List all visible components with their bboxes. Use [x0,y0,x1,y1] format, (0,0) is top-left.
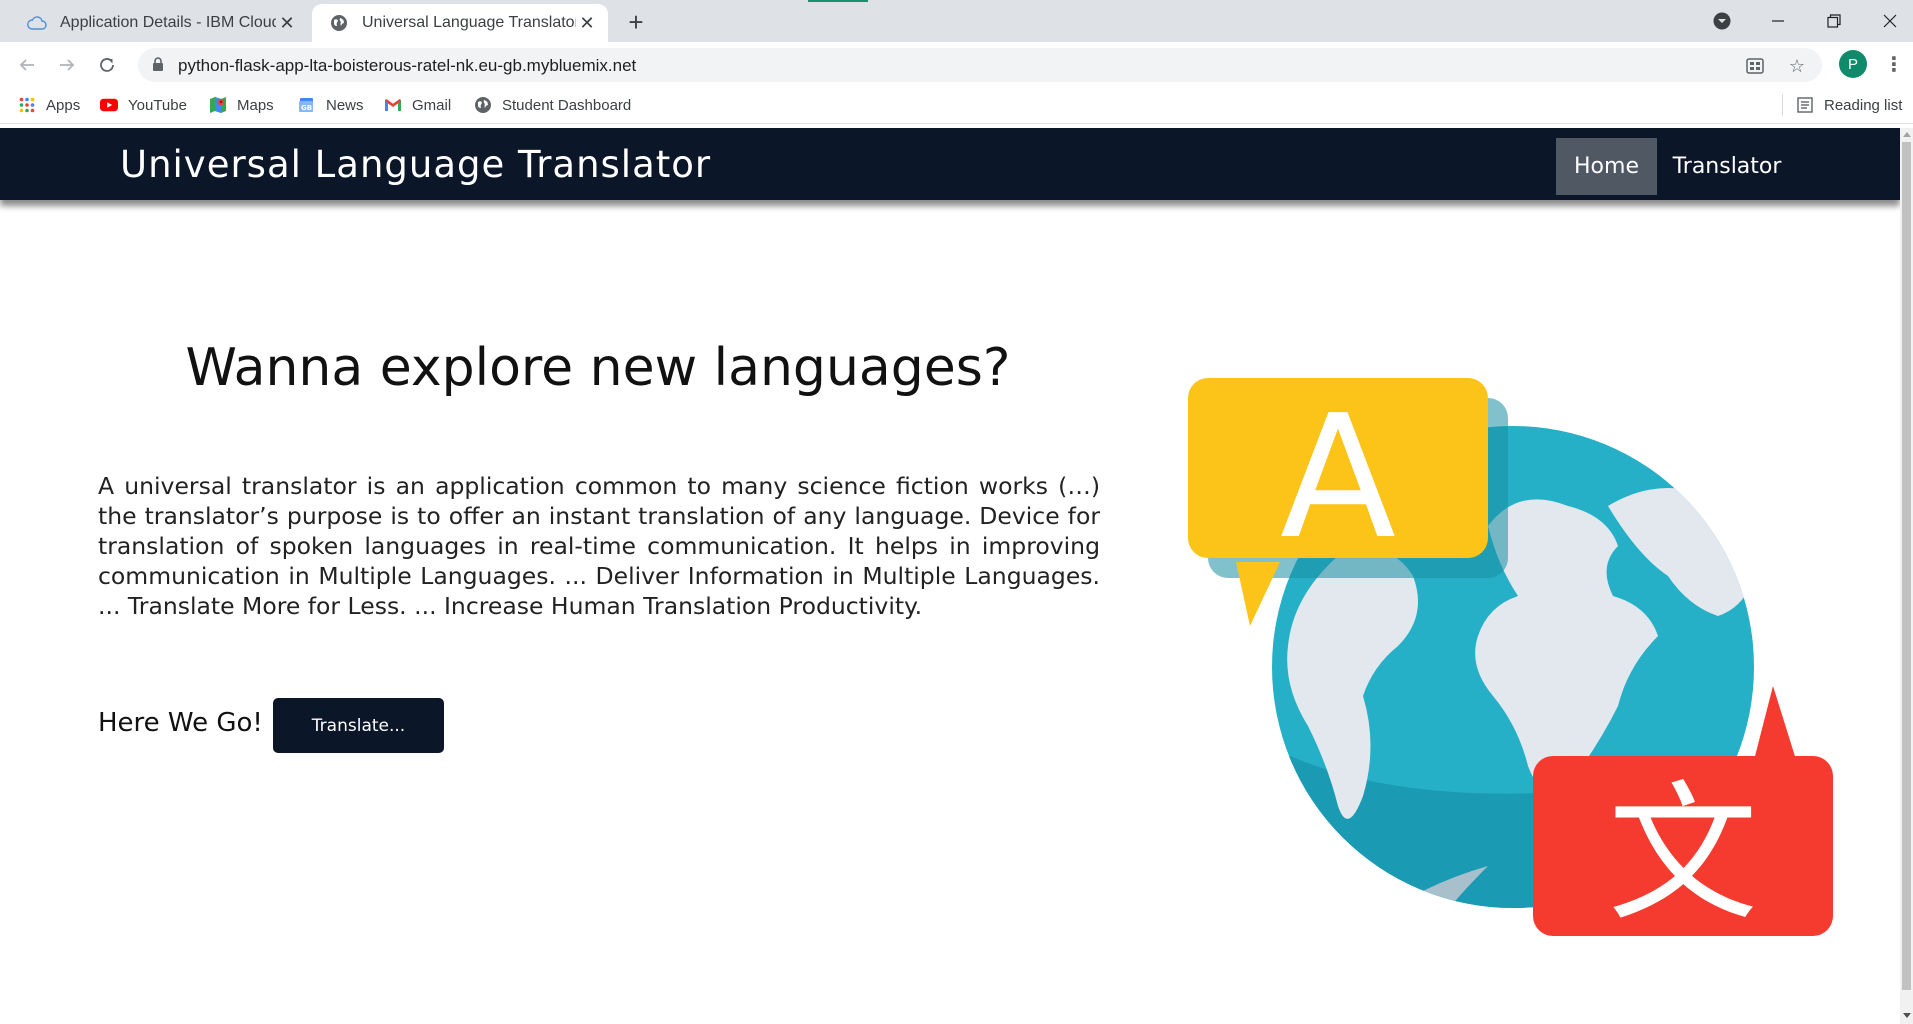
reading-list-label: Reading list [1824,96,1903,114]
install-app-icon[interactable] [1744,55,1766,77]
address-bar[interactable]: python-flask-app-lta-boisterous-ratel-nk… [138,48,1822,82]
arrow-right-icon [60,59,75,71]
restore-button[interactable] [1806,0,1862,42]
bookmarks-divider [1782,94,1783,116]
nav-home[interactable]: Home [1556,138,1657,195]
tab-title: Universal Language Translator [362,14,576,31]
bookmark-student-dashboard[interactable]: Student Dashboard [474,94,631,116]
hero-title: Wanna explore new languages? [185,338,1011,398]
reading-list-button[interactable]: Reading list [1796,94,1902,116]
arrow-left-icon [19,59,34,71]
hero-description: A universal translator is an application… [98,472,1100,620]
wen-glyph: 文 [1608,768,1758,936]
bookmark-label: News [326,96,364,114]
close-icon[interactable]: ✕ [576,12,598,34]
page-viewport: Universal Language Translator Home Trans… [0,128,1900,1024]
reading-list-icon [1796,96,1814,114]
bookmark-label: Maps [237,96,274,114]
youtube-icon [100,96,118,114]
reload-button[interactable] [92,50,122,80]
bookmark-youtube[interactable]: YouTube [100,94,187,116]
bookmark-apps[interactable]: Apps [18,94,80,116]
browser-tabstrip: Application Details - IBM Cloud ✕ Univer… [0,0,1913,42]
bookmarks-bar: Apps YouTube Maps GB News Gmail Student … [0,86,1913,124]
site-navbar: Universal Language Translator Home Trans… [0,128,1900,200]
tab-title: Application Details - IBM Cloud [60,14,276,31]
globe-icon [474,96,492,114]
more-menu-icon[interactable]: ⋮ [1880,50,1908,78]
maps-icon [209,96,227,114]
bookmark-maps[interactable]: Maps [209,94,274,116]
minimize-button[interactable] [1750,0,1806,42]
close-icon[interactable]: ✕ [276,12,298,34]
window-close-button[interactable] [1862,0,1913,42]
bookmark-label: Gmail [412,96,452,114]
translation-illustration: A 文 [1188,378,1833,936]
page-scrollbar[interactable] [1900,128,1913,1024]
bookmark-label: Student Dashboard [502,96,632,114]
restore-icon [1827,14,1841,28]
bookmark-gmail[interactable]: Gmail [384,94,451,116]
profile-avatar[interactable]: P [1839,50,1867,78]
tab-search-button[interactable] [1694,0,1750,42]
lock-icon [152,57,164,77]
bookmark-label: YouTube [128,96,187,114]
cta-label: Here We Go! [98,708,263,738]
tab-universal-translator[interactable]: Universal Language Translator ✕ [312,4,608,42]
translate-button[interactable]: Translate... [273,698,444,753]
news-icon: GB [298,96,316,114]
letter-a-glyph: A [1280,379,1396,577]
star-icon[interactable]: ☆ [1786,55,1808,77]
chevron-down-icon [1713,12,1731,30]
cloud-icon [26,12,48,34]
tab-ibm-cloud[interactable]: Application Details - IBM Cloud ✕ [10,4,308,42]
scroll-down-icon[interactable] [1903,1013,1911,1018]
back-button[interactable] [12,50,42,80]
forward-button[interactable] [52,50,82,80]
url-text[interactable]: python-flask-app-lta-boisterous-ratel-nk… [178,56,636,76]
scroll-up-icon[interactable] [1903,132,1911,137]
reload-icon [100,58,114,72]
site-brand[interactable]: Universal Language Translator [120,143,711,186]
new-tab-button[interactable]: + [622,7,650,37]
minimize-icon [1772,20,1784,22]
nav-translator[interactable]: Translator [1662,138,1792,195]
globe-icon [328,12,350,34]
scrollbar-thumb[interactable] [1902,142,1911,990]
browser-toolbar: python-flask-app-lta-boisterous-ratel-nk… [0,42,1913,86]
close-icon [1883,14,1897,28]
apps-grid-icon [18,96,36,114]
tabstrip-accent [808,0,868,2]
bookmark-label: Apps [46,96,81,114]
gmail-icon [384,96,402,114]
bookmark-news[interactable]: GB News [298,94,364,116]
svg-text:GB: GB [301,104,312,112]
